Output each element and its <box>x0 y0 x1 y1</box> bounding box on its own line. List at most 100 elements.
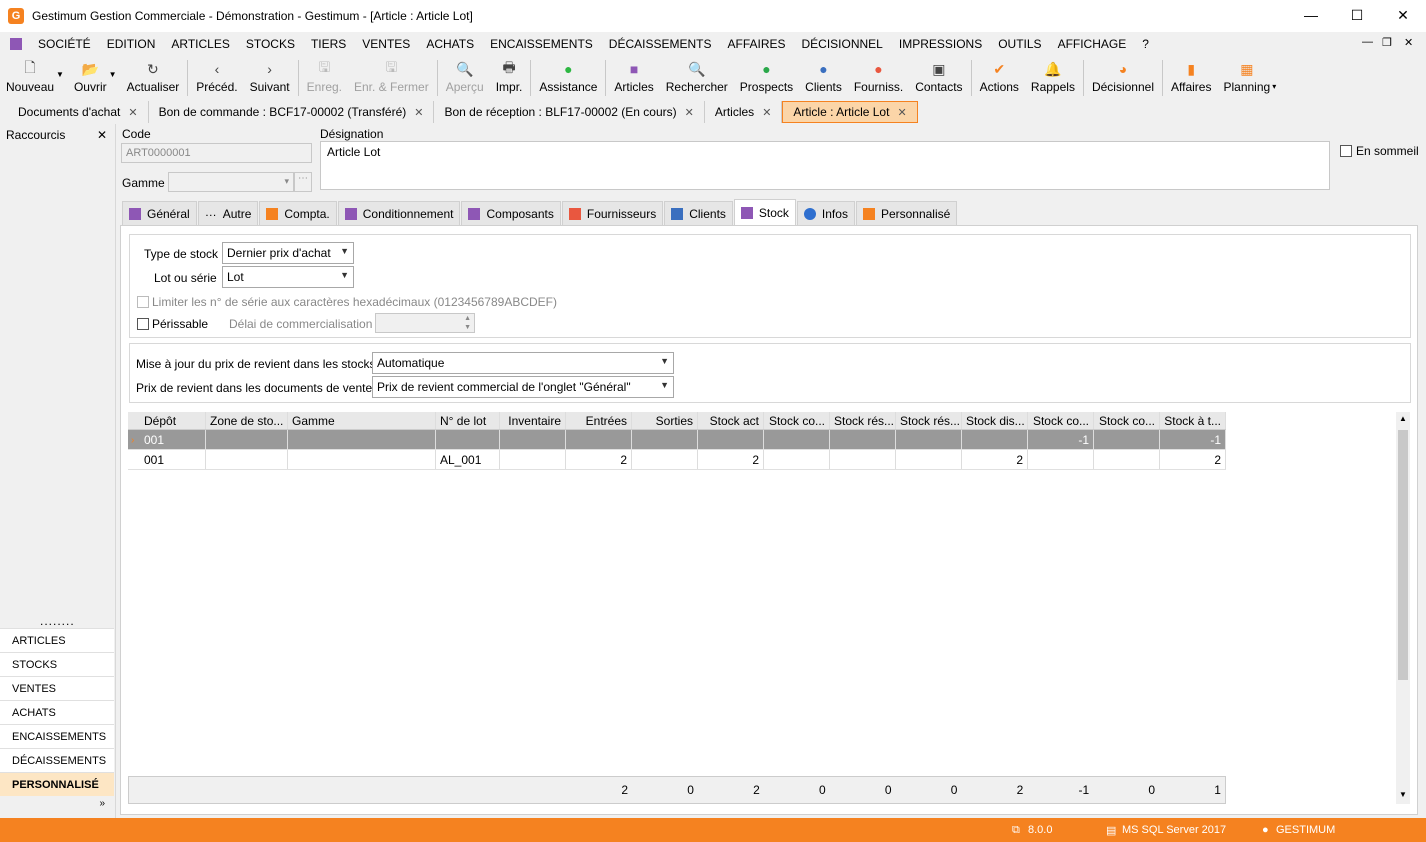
table-row[interactable]: 001 -1 -1 <box>128 430 1226 450</box>
ouvrir-button[interactable]: 📂 Ouvrir <box>68 56 113 100</box>
rechercher-button[interactable]: 🔍 Rechercher <box>660 56 734 100</box>
sidebar-item[interactable]: PERSONNALISÉ <box>0 772 114 796</box>
aperçu-button[interactable]: 🔍 Aperçu <box>439 56 490 100</box>
mdi-close-icon[interactable]: ✕ <box>1404 36 1413 49</box>
menu-item[interactable]: IMPRESSIONS <box>891 37 990 51</box>
affaires-button[interactable]: ▮ Affaires <box>1165 56 1217 100</box>
scroll-thumb[interactable] <box>1398 430 1408 680</box>
close-tab-icon[interactable]: ✕ <box>128 106 137 119</box>
sidebar-item[interactable]: ENCAISSEMENTS <box>0 724 114 748</box>
actions-button[interactable]: ✔ Actions <box>974 56 1025 100</box>
lot-serie-select[interactable]: Lot ▼ <box>222 266 354 288</box>
document-tab[interactable]: Articles ✕ <box>705 101 783 123</box>
article-tab[interactable]: Fournisseurs <box>561 201 664 225</box>
actualiser-button[interactable]: ↻ Actualiser <box>121 56 186 100</box>
dropdown-arrow-icon[interactable]: ▼ <box>109 70 117 79</box>
mdi-minimize-icon[interactable]: — <box>1362 36 1373 48</box>
splitter-handle[interactable]: ........ <box>40 614 75 628</box>
close-tab-icon[interactable]: ✕ <box>762 106 771 119</box>
document-tab[interactable]: Article : Article Lot ✕ <box>782 101 918 123</box>
menu-item[interactable]: SOCIÉTÉ <box>30 37 99 51</box>
enreg-button[interactable]: 🖫 Enreg. <box>300 56 348 100</box>
close-button[interactable]: ✕ <box>1380 0 1426 32</box>
menu-item[interactable]: AFFICHAGE <box>1050 37 1135 51</box>
article-tab[interactable]: Général <box>122 201 197 225</box>
chevron-double-right-icon[interactable]: » <box>99 798 105 809</box>
contacts-button[interactable]: ▣ Contacts <box>909 56 968 100</box>
close-icon[interactable]: ✕ <box>97 128 107 142</box>
app-menu-icon[interactable] <box>10 38 22 50</box>
toolbar-overflow-icon[interactable]: ▾ <box>1272 82 1276 91</box>
menu-item[interactable]: ENCAISSEMENTS <box>482 37 601 51</box>
code-field[interactable]: ART0000001 <box>121 143 312 163</box>
column-header[interactable]: Stock co... <box>1094 412 1160 429</box>
document-tab[interactable]: Bon de commande : BCF17-00002 (Transféré… <box>149 101 435 123</box>
column-header[interactable]: Inventaire <box>500 412 566 429</box>
column-header[interactable]: Stock à t... <box>1160 412 1226 429</box>
type-stock-select[interactable]: Dernier prix d'achat ▼ <box>222 242 354 264</box>
menu-item[interactable]: OUTILS <box>990 37 1049 51</box>
sidebar-item[interactable]: VENTES <box>0 676 114 700</box>
vertical-scrollbar[interactable]: ▲ ▼ <box>1396 412 1410 804</box>
rappels-button[interactable]: 🔔 Rappels <box>1025 56 1081 100</box>
menu-item[interactable]: DÉCAISSEMENTS <box>601 37 720 51</box>
précéd-button[interactable]: ‹ Précéd. <box>190 56 243 100</box>
hex-checkbox[interactable] <box>137 296 149 308</box>
close-tab-icon[interactable]: ✕ <box>897 106 906 119</box>
column-header[interactable]: Stock dis... <box>962 412 1028 429</box>
mdi-restore-icon[interactable]: ❐ <box>1382 36 1392 49</box>
article-tab[interactable]: Clients <box>664 201 733 225</box>
designation-field[interactable]: Article Lot <box>320 141 1330 190</box>
dropdown-arrow-icon[interactable]: ▼ <box>56 70 64 79</box>
menu-item[interactable]: AFFAIRES <box>719 37 793 51</box>
column-header[interactable]: Stock co... <box>1028 412 1094 429</box>
minimize-button[interactable]: — <box>1288 0 1334 32</box>
sidebar-item[interactable]: STOCKS <box>0 652 114 676</box>
column-header[interactable]: Zone de sto... <box>206 412 288 429</box>
sidebar-item[interactable]: DÉCAISSEMENTS <box>0 748 114 772</box>
article-tab[interactable]: Personnalisé <box>855 201 958 225</box>
column-header[interactable]: Stock rés... <box>830 412 896 429</box>
perissable-checkbox[interactable] <box>137 318 149 330</box>
clients-button[interactable]: ● Clients <box>799 56 848 100</box>
menu-item[interactable]: ACHATS <box>418 37 482 51</box>
article-tab[interactable]: Conditionnement <box>337 201 461 225</box>
maximize-button[interactable]: ☐ <box>1334 0 1380 32</box>
scroll-down-icon[interactable]: ▼ <box>1399 790 1407 799</box>
column-header[interactable]: Stock co... <box>764 412 830 429</box>
column-header[interactable]: Stock rés... <box>896 412 962 429</box>
column-header[interactable]: N° de lot <box>436 412 500 429</box>
menu-item[interactable]: VENTES <box>354 37 418 51</box>
sidebar-item[interactable]: ACHATS <box>0 700 114 724</box>
prix-select[interactable]: Prix de revient commercial de l'onglet "… <box>372 376 674 398</box>
article-tab[interactable]: Stock <box>733 199 796 225</box>
articles-button[interactable]: ■ Articles <box>608 56 659 100</box>
menu-item[interactable]: DÉCISIONNEL <box>794 37 891 51</box>
menu-item[interactable]: ? <box>1134 37 1157 51</box>
document-tab[interactable]: Bon de réception : BLF17-00002 (En cours… <box>434 101 705 123</box>
column-header[interactable]: Gamme <box>288 412 436 429</box>
close-tab-icon[interactable]: ✕ <box>414 106 423 119</box>
enr-fermer-button[interactable]: 🖫 Enr. & Fermer <box>348 56 435 100</box>
column-header[interactable]: Sorties <box>632 412 698 429</box>
planning-button[interactable]: ▦ Planning <box>1217 56 1276 100</box>
fourniss-button[interactable]: ● Fourniss. <box>848 56 909 100</box>
décisionnel-button[interactable]: ◕ Décisionnel <box>1086 56 1160 100</box>
gamme-select[interactable]: ▾ <box>168 172 294 192</box>
menu-item[interactable]: TIERS <box>303 37 354 51</box>
nouveau-button[interactable]: 🗋 Nouveau <box>0 56 60 100</box>
article-tab[interactable]: Composants <box>461 201 561 225</box>
en-sommeil-checkbox[interactable] <box>1340 145 1352 157</box>
gamme-browse-button[interactable]: ⋯ <box>294 172 312 192</box>
menu-item[interactable]: ARTICLES <box>163 37 237 51</box>
article-tab[interactable]: Infos <box>796 201 855 225</box>
column-header[interactable]: Entrées <box>566 412 632 429</box>
menu-item[interactable]: STOCKS <box>238 37 303 51</box>
impr-button[interactable]: 🖶 Impr. <box>490 56 529 100</box>
sidebar-item[interactable]: ARTICLES <box>0 628 114 652</box>
article-tab[interactable]: Compta. <box>259 201 337 225</box>
column-header[interactable]: Dépôt <box>128 412 206 429</box>
suivant-button[interactable]: › Suivant <box>244 56 296 100</box>
maj-select[interactable]: Automatique ▼ <box>372 352 674 374</box>
table-row[interactable]: 001 AL_001 2 2 2 2 <box>128 450 1226 470</box>
